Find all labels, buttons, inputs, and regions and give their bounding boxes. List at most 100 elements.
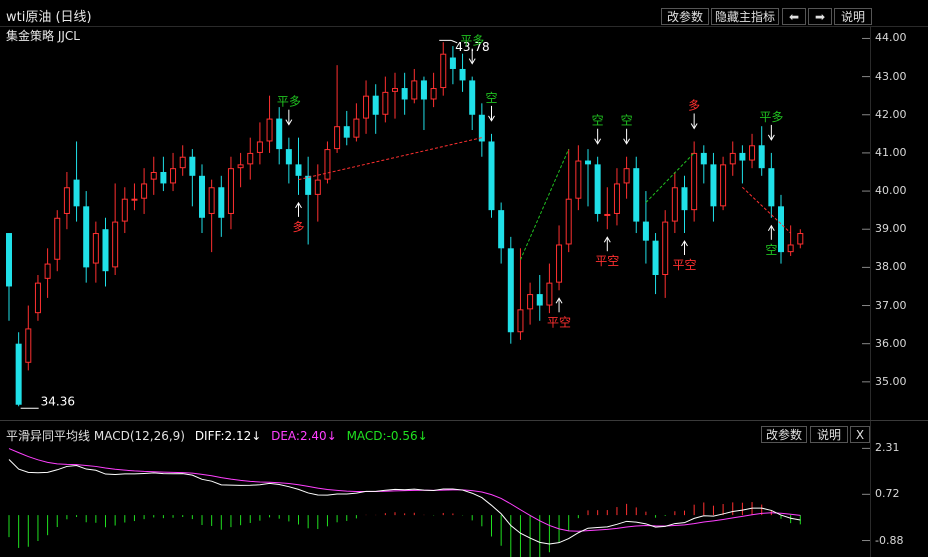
candle-body: [121, 198, 128, 222]
macd-tick-label: 2.31: [875, 441, 900, 455]
candle-body: [575, 160, 582, 199]
candle-body: [517, 309, 524, 333]
candle-body: [343, 126, 350, 138]
candle-body: [420, 80, 427, 100]
change-params-button[interactable]: 改参数: [661, 8, 709, 25]
candle-body: [363, 95, 370, 119]
next-arrow-button[interactable]: ➡: [808, 8, 832, 25]
price-tick-label: 37.00: [875, 298, 907, 312]
candle-body: [662, 221, 669, 276]
price-tick-label: 41.00: [875, 145, 907, 159]
window-title: wti原油 (日线): [6, 10, 92, 25]
signal-label: 平空: [672, 258, 696, 272]
signal-marker: 空: [592, 114, 604, 145]
candle-body: [498, 210, 505, 249]
candle-body: [44, 263, 51, 279]
price-axis-divider: [870, 26, 871, 557]
candle-body: [671, 187, 678, 222]
signal-label: 平多: [759, 110, 783, 124]
hide-main-indicator-button[interactable]: 隐藏主指标: [711, 8, 779, 25]
price-tick-label: 39.00: [875, 222, 907, 236]
signal-marker: 平空: [672, 240, 697, 272]
candle-body: [710, 164, 717, 207]
candle-body: [604, 213, 611, 216]
candle-body: [642, 221, 649, 241]
candle-body: [227, 168, 234, 214]
price-tick-label: 40.00: [875, 184, 907, 198]
signal-marker: 多: [688, 98, 700, 130]
candle-body: [507, 248, 514, 333]
signal-marker: 空: [485, 91, 498, 122]
candle-body: [749, 145, 756, 161]
candle-body: [778, 206, 784, 253]
candle-body: [440, 53, 447, 89]
candle-body: [652, 240, 659, 276]
candle-body: [83, 206, 90, 268]
candle-body: [787, 244, 794, 253]
candle-body: [150, 171, 157, 180]
candle-body: [430, 88, 437, 100]
signal-marker: 空: [765, 224, 777, 257]
low-price-label: 34.36: [41, 394, 75, 408]
candle-body: [594, 164, 601, 214]
help-button[interactable]: 说明: [834, 8, 872, 25]
signal-label: 空: [485, 91, 497, 105]
candle-body: [797, 233, 804, 245]
signal-label: 平空: [595, 254, 619, 268]
candle-body: [527, 294, 534, 310]
candle-body: [276, 118, 283, 150]
candle-body: [141, 183, 148, 199]
signal-label: 平空: [547, 315, 571, 329]
candle-body: [112, 221, 119, 268]
candle-body: [720, 164, 727, 207]
candle-body: [565, 198, 572, 245]
signal-marker: 平多: [759, 110, 783, 141]
candle-body: [633, 168, 640, 222]
candle-body: [170, 168, 177, 184]
candle-body: [266, 118, 273, 142]
candle-body: [459, 68, 466, 81]
candle-body: [681, 187, 688, 211]
macd-chart[interactable]: [0, 440, 870, 557]
candle-body: [488, 141, 495, 211]
candle-body: [546, 282, 553, 306]
signal-label: 平多: [277, 95, 301, 109]
candle-body: [247, 152, 254, 165]
price-tick-label: 35.00: [875, 374, 907, 388]
candle-body: [613, 183, 620, 214]
candle-body: [449, 57, 456, 69]
candle-body: [353, 118, 360, 138]
candle-body: [478, 114, 485, 142]
pane-divider[interactable]: [0, 420, 928, 421]
candle-body: [372, 95, 379, 115]
candle-body: [25, 328, 32, 363]
prev-arrow-button[interactable]: ⬅: [782, 8, 806, 25]
candle-body: [218, 187, 225, 218]
candle-body: [6, 233, 12, 287]
candle-body: [34, 282, 41, 314]
candle-body: [208, 187, 215, 214]
price-tick-label: 44.00: [875, 31, 907, 45]
signal-marker: 平空: [595, 236, 619, 268]
trend-line: [519, 148, 570, 260]
candle-body: [536, 294, 543, 306]
candle-body: [556, 244, 563, 283]
macd-tick-label: 0.72: [875, 487, 900, 501]
candle-body: [314, 179, 321, 195]
signal-label: 空: [621, 114, 633, 128]
candle-body: [295, 164, 302, 176]
candle-body: [768, 168, 775, 207]
candle-body: [623, 168, 630, 184]
signal-label: 平多: [460, 34, 484, 48]
candle-body: [189, 156, 196, 176]
candle-body: [131, 198, 138, 201]
candle-body: [729, 152, 736, 165]
diff-line: [8, 459, 801, 545]
candlestick-chart[interactable]: 43.7834.36平多多平多空平空空平空空多平空平多空: [0, 27, 870, 420]
signal-marker: 多: [292, 201, 305, 234]
candle-body: [334, 126, 341, 150]
signal-marker: 空: [621, 114, 633, 145]
candle-body: [411, 80, 418, 100]
candle-body: [237, 164, 244, 169]
candle-body: [160, 171, 167, 184]
